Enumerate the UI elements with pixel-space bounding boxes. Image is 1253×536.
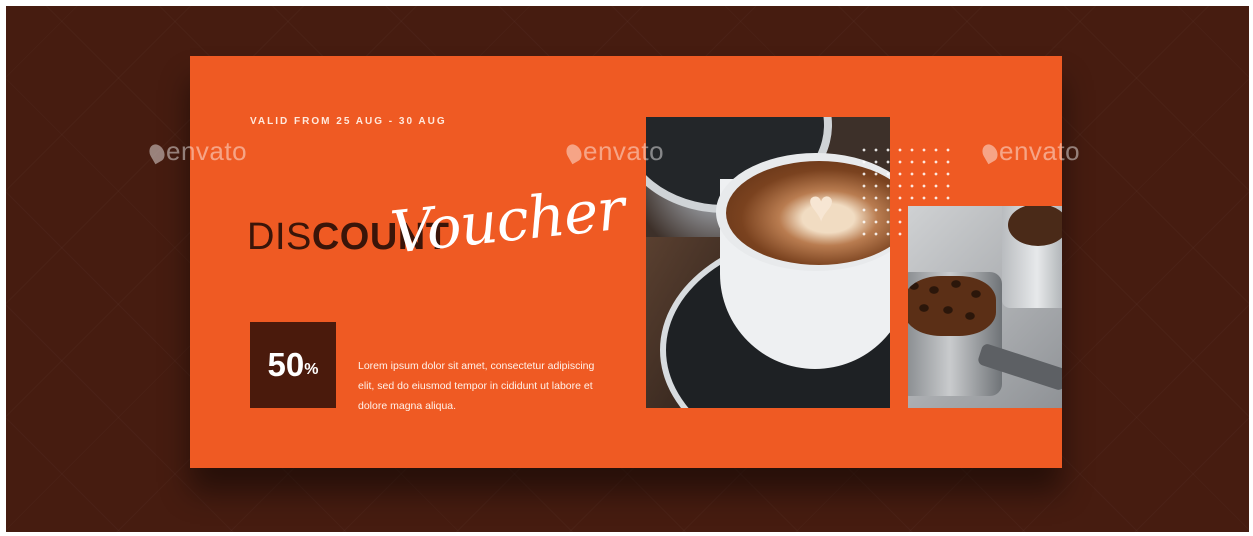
coffee-grounds xyxy=(1008,206,1062,246)
discount-badge: 50% xyxy=(250,322,336,408)
watermark-2: envato xyxy=(563,136,665,167)
watermark-text-1: envato xyxy=(166,136,248,166)
voucher-description: Lorem ipsum dolor sit amet, consectetur … xyxy=(358,360,595,412)
watermark-text-2: envato xyxy=(583,136,665,166)
envato-leaf-icon xyxy=(146,141,168,165)
discount-heading-light: DIS xyxy=(247,216,312,258)
coffee-cup-photo: ♥ xyxy=(646,117,890,408)
coffee-beans-photo xyxy=(908,206,1062,408)
latte-art-heart-icon: ♥ xyxy=(807,182,835,231)
envato-leaf-icon xyxy=(979,141,1001,165)
discount-value: 50 xyxy=(267,346,305,383)
envato-leaf-icon xyxy=(563,141,585,165)
voucher-card: VALID FROM 25 AUG - 30 AUG DISCOUNT Vouc… xyxy=(190,56,1062,468)
watermark-text-3: envato xyxy=(999,136,1081,166)
watermark-1: envato xyxy=(146,136,248,167)
coffee-beans xyxy=(908,276,996,336)
voucher-script-text: Voucher xyxy=(387,174,628,267)
watermark-3: envato xyxy=(979,136,1081,167)
validity-text: VALID FROM 25 AUG - 30 AUG xyxy=(250,116,447,127)
discount-percent-symbol: % xyxy=(304,361,319,378)
